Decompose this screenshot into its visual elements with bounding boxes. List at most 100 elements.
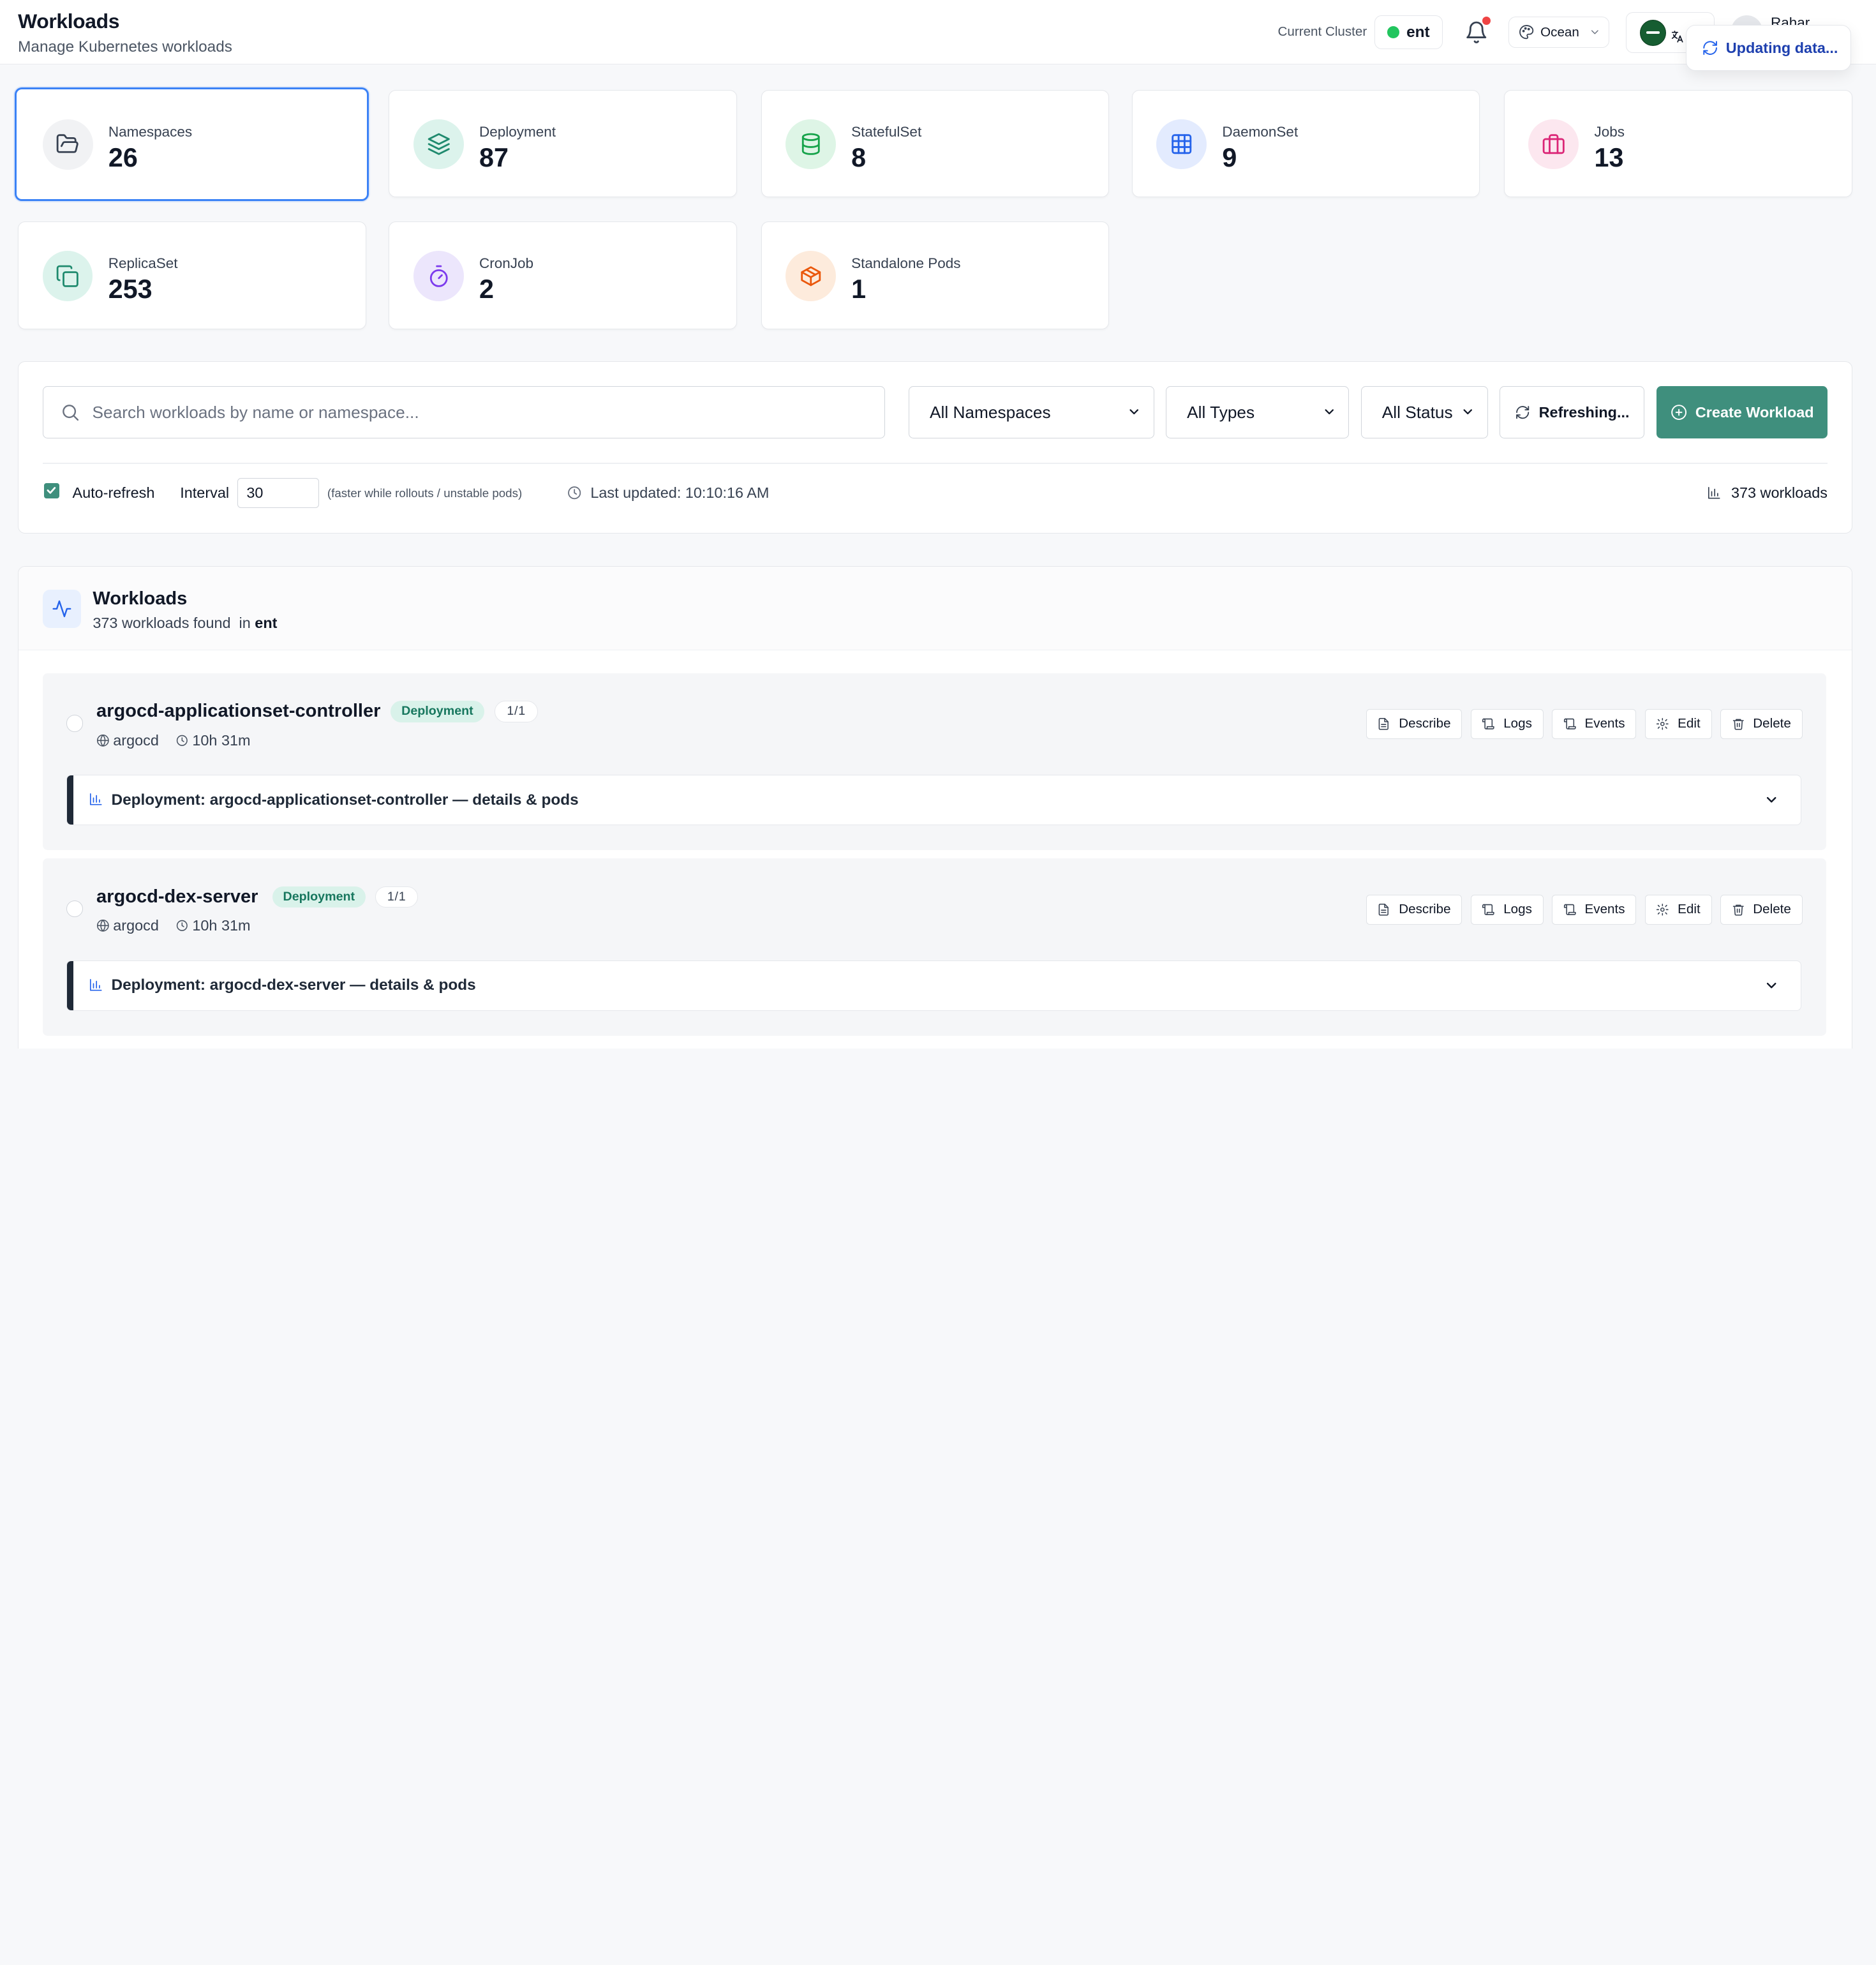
- page-subtitle: Manage Kubernetes workloads: [18, 38, 232, 56]
- stat-card-jobs[interactable]: Jobs 13: [1503, 89, 1852, 198]
- briefcase-icon: [1528, 119, 1579, 170]
- activity-icon: [42, 589, 81, 628]
- stat-value: 8: [851, 143, 867, 173]
- stat-label: ReplicaSet: [108, 255, 178, 272]
- edit-label: Edit: [1678, 902, 1701, 917]
- edit-label: Edit: [1678, 716, 1701, 731]
- copy-icon: [42, 250, 93, 301]
- grid-icon: [1156, 119, 1207, 170]
- status-select[interactable]: All Status: [1360, 385, 1488, 439]
- status-select-value: All Status: [1381, 402, 1453, 422]
- logs-button[interactable]: Logs: [1470, 894, 1544, 925]
- stat-card-deployment[interactable]: Deployment 87: [389, 89, 737, 198]
- row-select-radio[interactable]: [66, 715, 84, 732]
- interval-input[interactable]: [237, 478, 319, 508]
- workload-name[interactable]: argocd-applicationset-controller: [96, 701, 380, 722]
- row-select-radio[interactable]: [66, 900, 84, 918]
- chevron-down-icon: [1461, 405, 1475, 419]
- details-label: Deployment: argocd-applicationset-contro…: [111, 791, 579, 809]
- stat-card-namespaces[interactable]: Namespaces 26: [14, 87, 369, 201]
- row-actions: Describe Logs Events Edit Delete: [1366, 894, 1803, 925]
- delete-button[interactable]: Delete: [1720, 709, 1803, 739]
- stat-label: Standalone Pods: [851, 255, 961, 272]
- settings-icon: [1656, 903, 1669, 916]
- events-label: Events: [1584, 902, 1625, 917]
- edit-button[interactable]: Edit: [1644, 709, 1712, 739]
- workload-row: argocd-applicationset-controller Deploym…: [42, 673, 1827, 851]
- workload-row: argocd-dex-server Deployment 1/1 argocd …: [42, 858, 1827, 1036]
- scroll-icon: [1482, 717, 1495, 731]
- workload-count-text: 373 workloads: [1731, 484, 1828, 501]
- stat-card-statefulset[interactable]: StatefulSet 8: [761, 89, 1110, 198]
- globe-icon: [96, 734, 110, 747]
- describe-button[interactable]: Describe: [1366, 709, 1463, 739]
- workload-name[interactable]: argocd-dex-server: [96, 886, 258, 908]
- workloads-found: 373 workloads found: [93, 614, 231, 631]
- package-icon: [785, 250, 836, 301]
- describe-label: Describe: [1399, 902, 1451, 917]
- type-select[interactable]: All Types: [1166, 385, 1350, 439]
- folder-open-icon: [42, 119, 93, 170]
- trash-icon: [1732, 903, 1745, 916]
- refresh-icon: [1515, 405, 1530, 420]
- list-subtitle: 373 workloads found in ent: [93, 615, 277, 632]
- stat-card-cronjob[interactable]: CronJob 2: [389, 221, 737, 329]
- details-expander[interactable]: Deployment: argocd-dex-server — details …: [66, 960, 1801, 1011]
- in-label: in: [239, 614, 251, 631]
- chevron-down-icon: [1764, 978, 1779, 993]
- namespace-select[interactable]: All Namespaces: [909, 385, 1154, 439]
- scroll-icon: [1482, 903, 1495, 916]
- stat-card-replicaset[interactable]: ReplicaSet 253: [18, 221, 366, 329]
- file-text-icon: [1377, 717, 1390, 731]
- delete-label: Delete: [1753, 902, 1791, 917]
- namespace-select-value: All Namespaces: [930, 402, 1051, 422]
- auto-refresh-label[interactable]: Auto-refresh: [73, 484, 155, 502]
- cluster-name: ent: [1406, 23, 1430, 41]
- stat-label: StatefulSet: [851, 124, 922, 140]
- auto-refresh-checkbox[interactable]: [43, 482, 59, 498]
- cluster-status-dot: [1387, 26, 1399, 38]
- stat-value: 2: [479, 274, 494, 304]
- last-updated-text: Last updated: 10:10:16 AM: [590, 484, 770, 501]
- refresh-button[interactable]: Refreshing...: [1500, 385, 1645, 439]
- create-workload-label: Create Workload: [1695, 403, 1814, 421]
- stat-value: 253: [108, 274, 153, 304]
- clock-icon: [175, 734, 189, 747]
- details-expander[interactable]: Deployment: argocd-applicationset-contro…: [66, 775, 1801, 825]
- chevron-down-icon: [1127, 405, 1142, 419]
- palette-icon: [1519, 24, 1534, 40]
- stat-label: DaemonSet: [1222, 124, 1299, 140]
- interval-hint: (faster while rollouts / unstable pods): [327, 486, 523, 500]
- create-workload-button[interactable]: Create Workload: [1656, 385, 1828, 439]
- current-cluster-label: Current Cluster: [1277, 24, 1367, 39]
- delete-label: Delete: [1753, 716, 1791, 731]
- logs-button[interactable]: Logs: [1470, 709, 1544, 739]
- stat-label: Deployment: [479, 124, 556, 140]
- interval-label: Interval: [180, 484, 230, 501]
- events-label: Events: [1584, 716, 1625, 731]
- events-button[interactable]: Events: [1551, 894, 1637, 925]
- settings-icon: [1656, 717, 1669, 731]
- file-text-icon: [1377, 903, 1390, 916]
- delete-button[interactable]: Delete: [1720, 894, 1803, 925]
- workload-type-badge: Deployment: [272, 886, 366, 908]
- search-box[interactable]: [42, 385, 885, 439]
- workload-count: 373 workloads: [1707, 484, 1828, 502]
- describe-button[interactable]: Describe: [1366, 894, 1463, 925]
- stat-card-standalone-pods[interactable]: Standalone Pods 1: [761, 221, 1110, 329]
- search-icon: [60, 402, 80, 422]
- stat-card-daemonset[interactable]: DaemonSet 9: [1131, 89, 1480, 198]
- cluster-selector[interactable]: ent: [1374, 15, 1443, 49]
- row-actions: Describe Logs Events Edit Delete: [1366, 709, 1803, 739]
- notification-dot: [1482, 17, 1491, 26]
- edit-button[interactable]: Edit: [1644, 894, 1712, 925]
- events-button[interactable]: Events: [1551, 709, 1637, 739]
- theme-selector[interactable]: Ocean: [1508, 17, 1609, 48]
- type-select-value: All Types: [1187, 402, 1255, 422]
- bar-chart-icon: [89, 978, 103, 992]
- replicas-badge: 1/1: [375, 886, 419, 908]
- search-input[interactable]: [92, 402, 884, 422]
- stat-value: 13: [1594, 143, 1624, 173]
- workload-age: 10h 31m: [192, 917, 251, 934]
- describe-label: Describe: [1399, 716, 1451, 731]
